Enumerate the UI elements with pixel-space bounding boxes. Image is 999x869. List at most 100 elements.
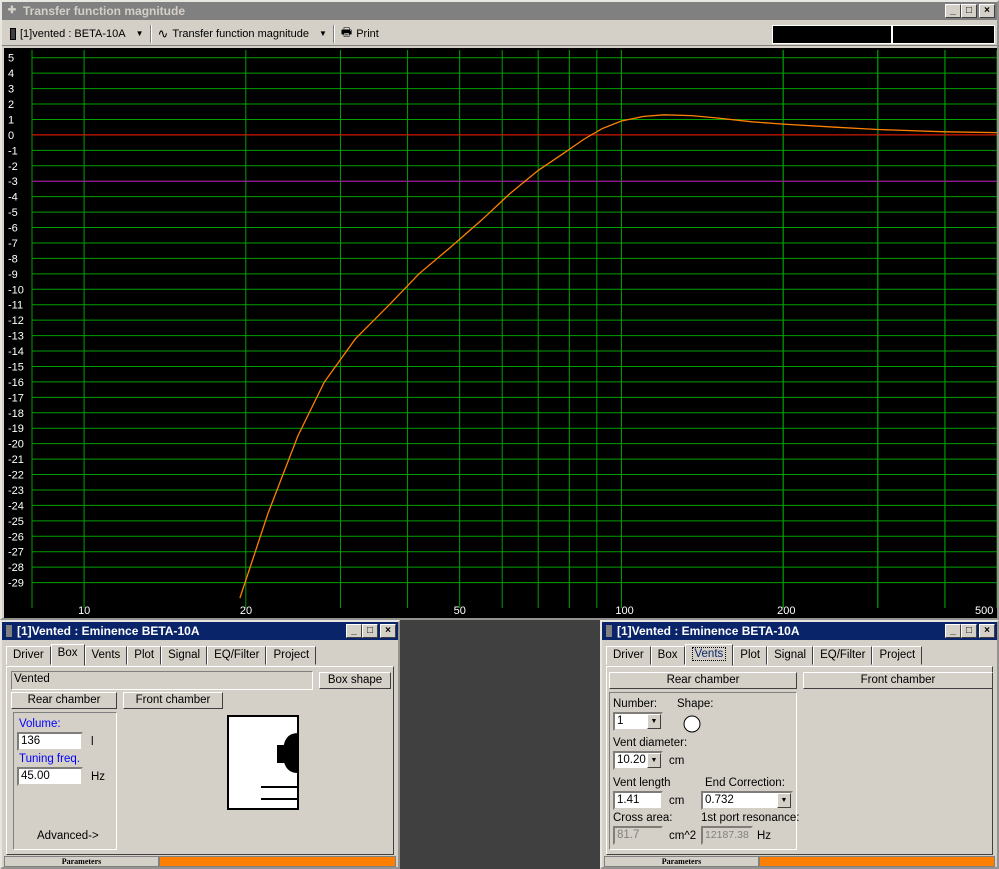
- volume-label: Volume:: [19, 718, 61, 730]
- magnitude-plot[interactable]: 543210-1-2-3-4-5-6-7-8-9-10-11-12-13-14-…: [4, 48, 997, 618]
- advanced-link[interactable]: Advanced->: [37, 830, 99, 842]
- tab-label: Vents: [691, 647, 727, 661]
- driver-dropdown[interactable]: [1]vented : BETA-10A ▼: [2, 23, 150, 45]
- vent-length-input[interactable]: 1.41: [613, 791, 663, 810]
- minimize-button[interactable]: _: [945, 4, 961, 18]
- minimize-button[interactable]: _: [945, 624, 961, 638]
- rear-chamber-button[interactable]: Rear chamber: [609, 672, 797, 689]
- vents-tab-panel: Rear chamber Front chamber Number: 1 ▼ S…: [606, 666, 993, 855]
- tab-eq-filter[interactable]: EQ/Filter: [207, 646, 267, 665]
- cross-area-unit: cm^2: [669, 830, 697, 842]
- y-tick-label: -14: [8, 346, 24, 358]
- speaker-icon: [6, 625, 12, 637]
- tab-vents[interactable]: Vents: [684, 644, 734, 666]
- tab-driver[interactable]: Driver: [6, 646, 51, 665]
- y-tick-label: -12: [8, 315, 24, 327]
- y-tick-label: -21: [8, 454, 24, 466]
- front-chamber-button[interactable]: Front chamber: [123, 692, 223, 709]
- close-button[interactable]: ×: [979, 624, 995, 638]
- port-resonance-unit: Hz: [757, 830, 772, 842]
- tab-plot[interactable]: Plot: [127, 646, 162, 665]
- main-toolbar: [1]vented : BETA-10A ▼ ∿ Transfer functi…: [2, 22, 997, 46]
- readout-box-1: [772, 25, 892, 44]
- box-type-field[interactable]: Vented: [11, 671, 313, 690]
- end-correction-combo[interactable]: 0.732 ▼: [701, 791, 793, 810]
- minimize-button[interactable]: _: [346, 624, 362, 638]
- tab-label: Vents: [91, 649, 121, 661]
- vent-length-unit: cm: [669, 795, 685, 807]
- y-tick-label: -5: [8, 207, 18, 219]
- vent-length-label: Vent length: [613, 777, 671, 789]
- y-tick-label: -25: [8, 516, 24, 528]
- vents-titlebar[interactable]: [1]Vented : Eminence BETA-10A _ □ ×: [602, 622, 997, 640]
- maximize-button[interactable]: □: [961, 4, 977, 18]
- tab-plot[interactable]: Plot: [733, 646, 768, 665]
- vents-window-title: [1]Vented : Eminence BETA-10A: [617, 624, 800, 638]
- shape-label: Shape:: [677, 698, 714, 710]
- front-chamber-button[interactable]: Front chamber: [803, 672, 993, 689]
- y-tick-label: 5: [8, 53, 14, 65]
- main-titlebar[interactable]: ✚ Transfer function magnitude _ □ ×: [2, 2, 997, 20]
- circle-shape-icon[interactable]: [683, 715, 701, 733]
- printer-icon: 🖶: [340, 25, 353, 39]
- rear-chamber-button[interactable]: Rear chamber: [11, 692, 117, 709]
- status-label: Parameters: [604, 856, 759, 867]
- vent-diameter-combo[interactable]: 10.20 ▼: [613, 751, 663, 770]
- number-combo[interactable]: 1 ▼: [613, 712, 663, 731]
- volume-unit: l: [91, 736, 94, 748]
- tab-signal[interactable]: Signal: [767, 646, 814, 665]
- port-resonance-field: 12187.38: [701, 826, 753, 845]
- status-bar: Parameters: [4, 856, 396, 867]
- box-window-title: [1]Vented : Eminence BETA-10A: [17, 624, 200, 638]
- tab-project[interactable]: Project: [872, 646, 923, 665]
- tab-label: Project: [273, 649, 310, 661]
- box-tab-panel: Vented Box shape Rear chamber Front cham…: [6, 666, 394, 855]
- cross-area-label: Cross area:: [613, 812, 673, 824]
- tab-signal[interactable]: Signal: [161, 646, 208, 665]
- mdi-background: [400, 620, 600, 869]
- maximize-button[interactable]: □: [961, 624, 977, 638]
- tab-box[interactable]: Box: [650, 646, 685, 665]
- close-button[interactable]: ×: [380, 624, 396, 638]
- plot-type-dropdown[interactable]: ∿ Transfer function magnitude ▼: [152, 23, 333, 45]
- tab-project[interactable]: Project: [266, 646, 317, 665]
- chevron-down-icon[interactable]: ▼: [647, 714, 661, 729]
- speaker-icon: [10, 27, 16, 40]
- box-shape-button[interactable]: Box shape: [319, 672, 391, 689]
- end-correction-value: 0.732: [705, 794, 734, 806]
- tab-label: Box: [57, 647, 78, 659]
- sine-wave-icon: ∿: [157, 25, 169, 41]
- y-tick-label: -6: [8, 223, 18, 235]
- status-label: Parameters: [4, 856, 159, 867]
- maximize-button[interactable]: □: [362, 624, 378, 638]
- box-diagram: [227, 715, 299, 810]
- box-titlebar[interactable]: [1]Vented : Eminence BETA-10A _ □ ×: [2, 622, 398, 640]
- app-icon: ✚: [7, 5, 17, 16]
- y-tick-label: -3: [8, 176, 18, 188]
- y-tick-label: -19: [8, 423, 24, 435]
- window-controls: _ □ ×: [945, 624, 995, 638]
- vents-parameters-window: [1]Vented : Eminence BETA-10A _ □ × Driv…: [600, 620, 999, 869]
- transfer-function-curve: [239, 114, 997, 599]
- y-tick-label: -2: [8, 161, 18, 173]
- chevron-down-icon[interactable]: ▼: [777, 793, 791, 808]
- x-tick-label: 50: [454, 605, 466, 617]
- tab-vents[interactable]: Vents: [84, 646, 128, 665]
- volume-input[interactable]: 136: [17, 732, 83, 751]
- print-button[interactable]: 🖶 Print: [335, 23, 385, 45]
- chevron-down-icon: ▼: [318, 29, 327, 38]
- transfer-function-window: ✚ Transfer function magnitude _ □ × [1]v…: [0, 0, 999, 620]
- tab-eq-filter[interactable]: EQ/Filter: [813, 646, 873, 665]
- tab-driver[interactable]: Driver: [606, 646, 651, 665]
- number-value: 1: [617, 715, 624, 727]
- window-controls: _ □ ×: [945, 4, 995, 18]
- y-tick-label: 2: [8, 99, 14, 111]
- tab-label: Project: [879, 649, 916, 661]
- tuning-freq-input[interactable]: 45.00: [17, 767, 83, 786]
- vent-diameter-value: 10.20: [617, 754, 646, 766]
- status-progress: [159, 856, 396, 867]
- close-button[interactable]: ×: [979, 4, 995, 18]
- y-tick-label: 4: [8, 68, 14, 80]
- tab-box[interactable]: Box: [50, 644, 85, 666]
- chevron-down-icon[interactable]: ▼: [647, 753, 661, 768]
